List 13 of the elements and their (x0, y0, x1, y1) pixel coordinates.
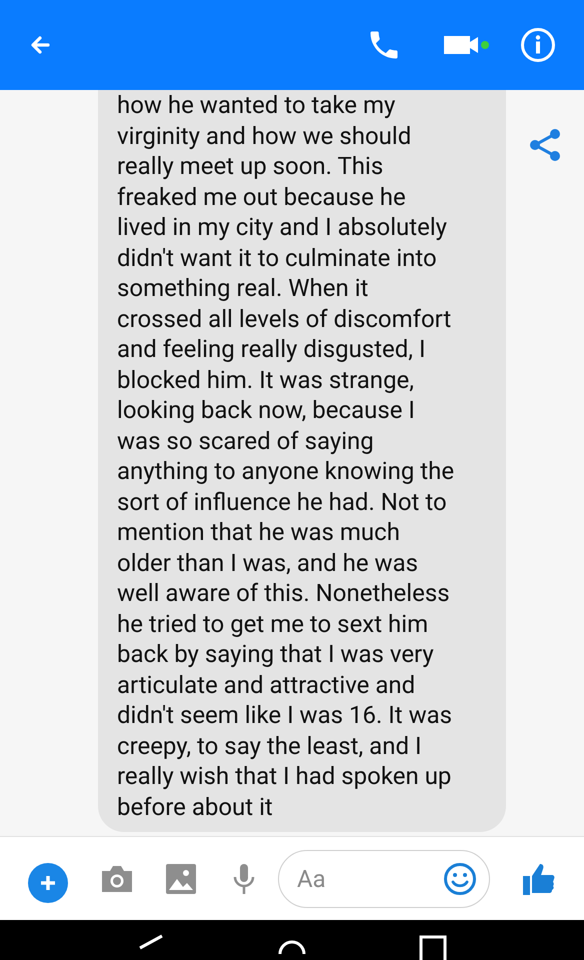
message-text: how he wanted to take my virginity and how we should really meet up soon. This freaked me out because he lived in my city and I absolutely didn't want it to culminate into something real. When it crossed all levels of discomfort and feeling really disgusted, I blocked him. It was strange, looking back now, because I was so scared of saying anything to anyone knowing the sort of influence he had. Not to mention that he was much older than I was, and he was well aware of this. Nonetheless he tried to get me to sext him back by saying that I was very articulate and attractive and didn't seem like I was 16. It was creepy, to say the least, and I really wish that I had spoken up before about it (117, 90, 456, 822)
thumbs-up-icon[interactable] (522, 862, 556, 896)
image-icon[interactable] (166, 864, 196, 894)
info-icon[interactable] (520, 27, 556, 63)
camera-icon[interactable] (100, 864, 134, 894)
plus-button[interactable] (28, 862, 68, 902)
recents-nav-icon[interactable] (418, 934, 448, 960)
share-icon[interactable] (528, 128, 562, 162)
microphone-icon[interactable] (232, 862, 256, 894)
video-camera-icon[interactable] (444, 33, 490, 57)
message-field[interactable]: Aa (278, 850, 490, 908)
message-input[interactable]: Aa (297, 860, 443, 896)
emoji-icon[interactable] (443, 862, 477, 896)
